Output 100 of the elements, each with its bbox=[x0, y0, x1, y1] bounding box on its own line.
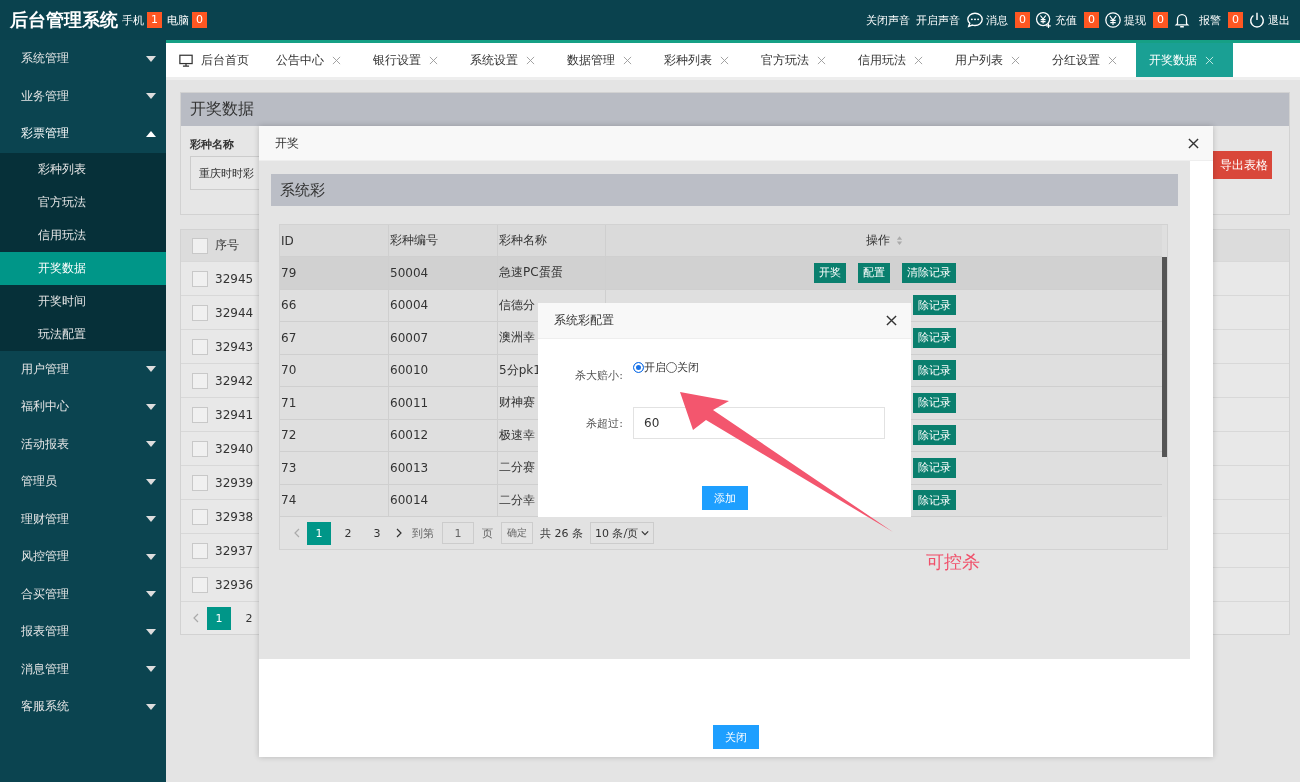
action-button[interactable]: 除记录 bbox=[913, 425, 956, 446]
header-link[interactable]: 报警 bbox=[1199, 12, 1221, 28]
tab[interactable]: 银行设置 bbox=[360, 43, 457, 77]
sound-link[interactable]: 开启声音 bbox=[916, 12, 960, 28]
tab[interactable]: 系统设置 bbox=[457, 43, 554, 77]
menu-item[interactable]: 福利中心 bbox=[0, 388, 166, 426]
action-button[interactable]: 除记录 bbox=[913, 392, 956, 413]
checkbox[interactable] bbox=[192, 576, 208, 593]
prev-icon[interactable] bbox=[292, 528, 302, 538]
table-cell: 32938 bbox=[215, 509, 254, 524]
tab[interactable]: 后台首页 bbox=[166, 43, 263, 77]
close-icon[interactable] bbox=[1188, 137, 1199, 149]
count-badge: 0 bbox=[1153, 12, 1168, 28]
action-button[interactable]: 除记录 bbox=[913, 457, 956, 478]
dialog-title: 开奖 bbox=[275, 134, 299, 152]
action-button[interactable]: 配置 bbox=[858, 262, 890, 283]
tab[interactable]: 彩种列表 bbox=[651, 43, 748, 77]
checkbox[interactable] bbox=[192, 372, 208, 389]
page-button[interactable]: 1 bbox=[207, 606, 231, 630]
caret-icon bbox=[146, 441, 156, 448]
page-size-select[interactable]: 10 条/页 bbox=[590, 522, 655, 544]
tab[interactable]: 用户列表 bbox=[942, 43, 1039, 77]
action-button[interactable]: 开奖 bbox=[814, 262, 846, 283]
action-button[interactable]: 除记录 bbox=[913, 295, 956, 316]
caret-icon bbox=[146, 366, 156, 373]
yen-plus-icon[interactable] bbox=[1035, 11, 1053, 29]
action-button[interactable]: 除记录 bbox=[913, 360, 956, 381]
menu-item[interactable]: 理财管理 bbox=[0, 500, 166, 538]
table-cell: 32942 bbox=[215, 373, 254, 388]
sound-link[interactable]: 关闭声音 bbox=[866, 12, 910, 28]
action-button[interactable]: 除记录 bbox=[913, 490, 956, 511]
menu-item[interactable]: 系统管理 bbox=[0, 40, 166, 78]
page-button[interactable]: 1 bbox=[307, 521, 331, 545]
header-link[interactable]: 退出 bbox=[1268, 12, 1290, 28]
device-label: 手机 bbox=[122, 12, 144, 28]
page-button[interactable]: 3 bbox=[365, 521, 389, 545]
tab[interactable]: 公告中心 bbox=[263, 43, 360, 77]
tab[interactable]: 信用玩法 bbox=[845, 43, 942, 77]
table-cell: 73 bbox=[280, 452, 389, 484]
caret-icon bbox=[146, 591, 156, 598]
checkbox[interactable] bbox=[192, 270, 208, 287]
filter-label: 彩种名称 bbox=[190, 137, 235, 152]
menu-item[interactable]: 管理员 bbox=[0, 463, 166, 501]
submenu-item[interactable]: 彩种列表 bbox=[0, 152, 166, 186]
sort-icon[interactable] bbox=[896, 235, 903, 246]
header-link[interactable]: 提现 bbox=[1124, 12, 1146, 28]
menu-item[interactable]: 业务管理 bbox=[0, 77, 166, 115]
caret-icon bbox=[146, 703, 156, 710]
count-badge: 0 bbox=[1228, 12, 1243, 28]
goto-label: 到第 bbox=[412, 525, 434, 541]
action-button[interactable]: 除记录 bbox=[913, 327, 956, 348]
tab[interactable]: 官方玩法 bbox=[748, 43, 845, 77]
page-button[interactable]: 2 bbox=[237, 606, 261, 630]
input-field[interactable]: 60 bbox=[633, 407, 885, 439]
menu-item[interactable]: 风控管理 bbox=[0, 538, 166, 576]
app-title: 后台管理系统 bbox=[10, 8, 118, 32]
menu-item[interactable]: 消息管理 bbox=[0, 650, 166, 688]
checkbox[interactable] bbox=[192, 237, 208, 254]
caret-icon bbox=[146, 628, 156, 635]
header-link[interactable]: 充值 bbox=[1055, 12, 1077, 28]
page-button[interactable]: 2 bbox=[336, 521, 360, 545]
confirm-button[interactable]: 确定 bbox=[501, 522, 533, 544]
table-row[interactable]: 79 50004 急速PC蛋蛋 开奖 配置 清除记录 bbox=[280, 257, 1162, 290]
checkbox[interactable] bbox=[192, 338, 208, 355]
submenu-item[interactable]: 官方玩法 bbox=[0, 185, 166, 219]
tab[interactable]: 分红设置 bbox=[1039, 43, 1136, 77]
scrollbar[interactable] bbox=[1162, 257, 1167, 457]
menu-item[interactable]: 用户管理 bbox=[0, 350, 166, 388]
action-button[interactable]: 清除记录 bbox=[902, 262, 956, 283]
page-input[interactable]: 1 bbox=[442, 522, 474, 544]
bell-icon[interactable] bbox=[1173, 11, 1191, 29]
radio-option[interactable]: 开启 bbox=[633, 360, 666, 375]
checkbox[interactable] bbox=[192, 542, 208, 559]
header-link[interactable]: 消息 bbox=[986, 12, 1008, 28]
checkbox[interactable] bbox=[192, 508, 208, 525]
chat-icon[interactable] bbox=[966, 11, 984, 29]
submenu-item[interactable]: 开奖时间 bbox=[0, 284, 166, 318]
menu-item[interactable]: 彩票管理 bbox=[0, 115, 166, 153]
menu-item[interactable]: 报表管理 bbox=[0, 613, 166, 651]
menu-item[interactable]: 合买管理 bbox=[0, 575, 166, 613]
yen-icon[interactable] bbox=[1104, 11, 1122, 29]
checkbox[interactable] bbox=[192, 474, 208, 491]
menu-item[interactable]: 客服系统 bbox=[0, 688, 166, 726]
table-cell: 79 bbox=[280, 257, 389, 289]
table-cell: 60011 bbox=[389, 387, 498, 419]
submenu-item[interactable]: 玩法配置 bbox=[0, 317, 166, 351]
power-icon[interactable] bbox=[1248, 11, 1266, 29]
tab[interactable]: 数据管理 bbox=[554, 43, 651, 77]
table-cell: 急速PC蛋蛋 bbox=[498, 257, 606, 289]
menu-item[interactable]: 活动报表 bbox=[0, 425, 166, 463]
radio-option[interactable]: 关闭 bbox=[666, 360, 699, 375]
next-icon[interactable] bbox=[394, 528, 404, 538]
submenu-item[interactable]: 开奖数据 bbox=[0, 251, 166, 285]
checkbox[interactable] bbox=[192, 304, 208, 321]
table-cell: 32940 bbox=[215, 441, 254, 456]
checkbox[interactable] bbox=[192, 406, 208, 423]
submenu-item[interactable]: 信用玩法 bbox=[0, 218, 166, 252]
prev-icon[interactable] bbox=[191, 613, 201, 623]
close-icon[interactable] bbox=[886, 315, 897, 326]
checkbox[interactable] bbox=[192, 440, 208, 457]
